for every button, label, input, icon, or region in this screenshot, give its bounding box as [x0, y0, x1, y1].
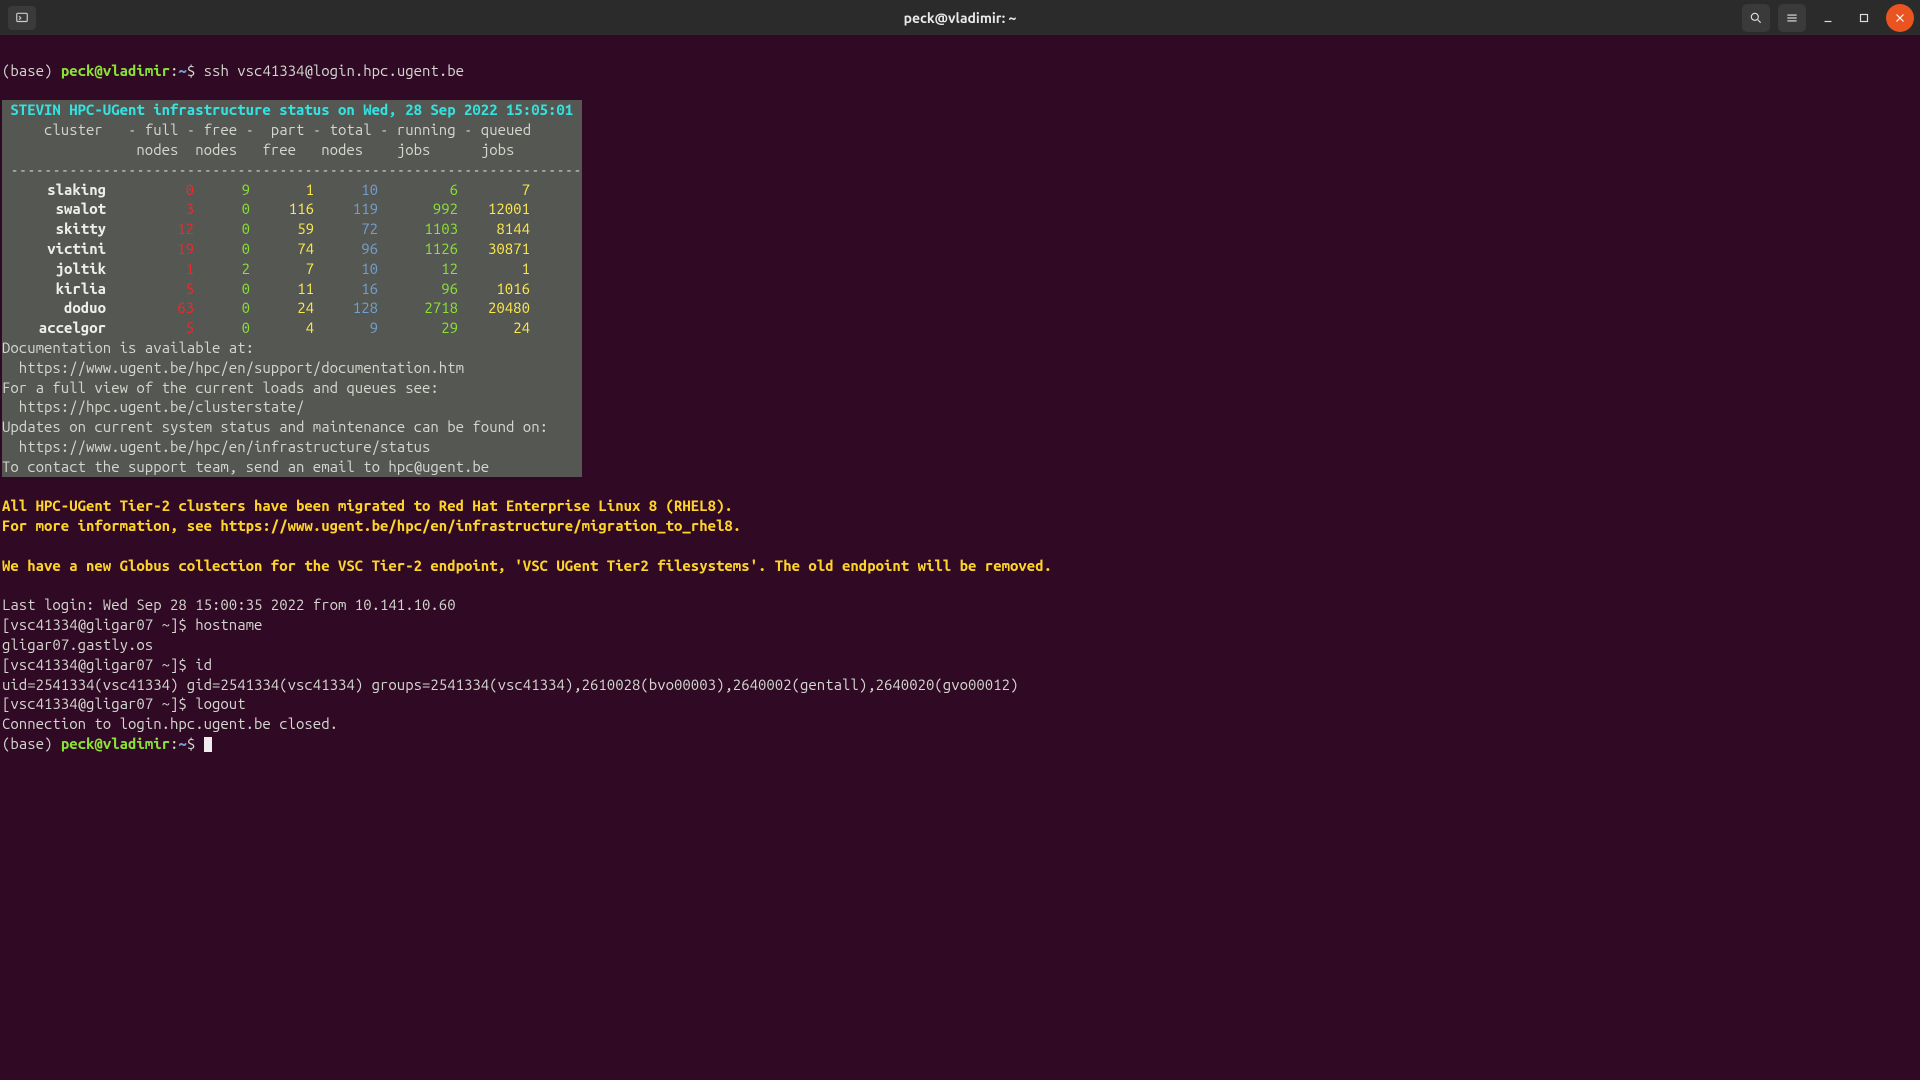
- menu-button[interactable]: [1778, 4, 1806, 32]
- prompt-path: ~: [178, 62, 186, 79]
- terminal-icon: [15, 11, 29, 25]
- maximize-button[interactable]: [1850, 4, 1878, 32]
- id-output: uid=2541334(vsc41334) gid=2541334(vsc413…: [2, 676, 1018, 693]
- table-header-2: nodes nodes free nodes jobs jobs: [2, 141, 531, 158]
- info-line: Documentation is available at:: [2, 339, 254, 356]
- cluster-row: doduo63024128271820480: [2, 298, 530, 318]
- hostname-output: gligar07.gastly.os: [2, 636, 153, 653]
- remote-prompt: [vsc41334@gligar07 ~]$ id: [2, 656, 212, 673]
- minimize-button[interactable]: [1814, 4, 1842, 32]
- prompt-line: (base) peck@vladimir:~$: [2, 735, 212, 752]
- info-line: https://www.ugent.be/hpc/en/infrastructu…: [2, 438, 430, 455]
- close-icon: [1893, 11, 1907, 25]
- table-separator: ----------------------------------------…: [2, 161, 582, 178]
- info-line: https://hpc.ugent.be/clusterstate/: [2, 398, 304, 415]
- prompt-env: (base): [2, 735, 61, 752]
- last-login: Last login: Wed Sep 28 15:00:35 2022 fro…: [2, 596, 456, 613]
- motd-banner: STEVIN HPC-UGent infrastructure status o…: [2, 100, 582, 476]
- remote-prompt: [vsc41334@gligar07 ~]$ logout: [2, 695, 246, 712]
- cursor: [204, 737, 212, 752]
- prompt-user: peck@vladimir: [61, 735, 170, 752]
- prompt-env: (base): [2, 62, 61, 79]
- notice-rhel8-1: All HPC-UGent Tier-2 clusters have been …: [2, 497, 733, 514]
- maximize-icon: [1857, 11, 1871, 25]
- minimize-icon: [1821, 11, 1835, 25]
- cmd-hostname: hostname: [195, 616, 262, 633]
- window-title: peck@vladimir: ~: [0, 10, 1920, 26]
- table-header-1: cluster - full - free - part - total - r…: [2, 121, 531, 138]
- cluster-row: slaking0911067: [2, 180, 530, 200]
- cmd-id: id: [195, 656, 212, 673]
- banner-header: STEVIN HPC-UGent infrastructure status o…: [2, 101, 573, 118]
- hamburger-icon: [1785, 11, 1799, 25]
- search-button[interactable]: [1742, 4, 1770, 32]
- notice-rhel8-2: For more information, see https://www.ug…: [2, 517, 741, 534]
- cluster-row: skitty120597211038144: [2, 219, 530, 239]
- cluster-row: victini1907496112630871: [2, 239, 530, 259]
- new-tab-button[interactable]: [8, 6, 36, 30]
- close-button[interactable]: [1886, 4, 1914, 32]
- remote-prompt: [vsc41334@gligar07 ~]$ hostname: [2, 616, 262, 633]
- notice-globus: We have a new Globus collection for the …: [2, 557, 1052, 574]
- connection-closed: Connection to login.hpc.ugent.be closed.: [2, 715, 338, 732]
- search-icon: [1749, 11, 1763, 25]
- cluster-row: swalot3011611999212001: [2, 199, 530, 219]
- info-line: Updates on current system status and mai…: [2, 418, 548, 435]
- prompt-path: ~: [178, 735, 186, 752]
- info-line: To contact the support team, send an ema…: [2, 458, 489, 475]
- cmd-logout: logout: [195, 695, 245, 712]
- terminal-output[interactable]: (base) peck@vladimir:~$ ssh vsc41334@log…: [0, 35, 1920, 1080]
- ssh-command: ssh vsc41334@login.hpc.ugent.be: [204, 62, 464, 79]
- info-line: https://www.ugent.be/hpc/en/support/docu…: [2, 359, 464, 376]
- window-titlebar: peck@vladimir: ~: [0, 0, 1920, 35]
- info-line: For a full view of the current loads and…: [2, 379, 439, 396]
- prompt-line: (base) peck@vladimir:~$ ssh vsc41334@log…: [2, 62, 464, 79]
- cluster-row: kirlia501116961016: [2, 279, 530, 299]
- cluster-row: joltik12710121: [2, 259, 530, 279]
- prompt-user: peck@vladimir: [61, 62, 170, 79]
- cluster-row: accelgor50492924: [2, 318, 530, 338]
